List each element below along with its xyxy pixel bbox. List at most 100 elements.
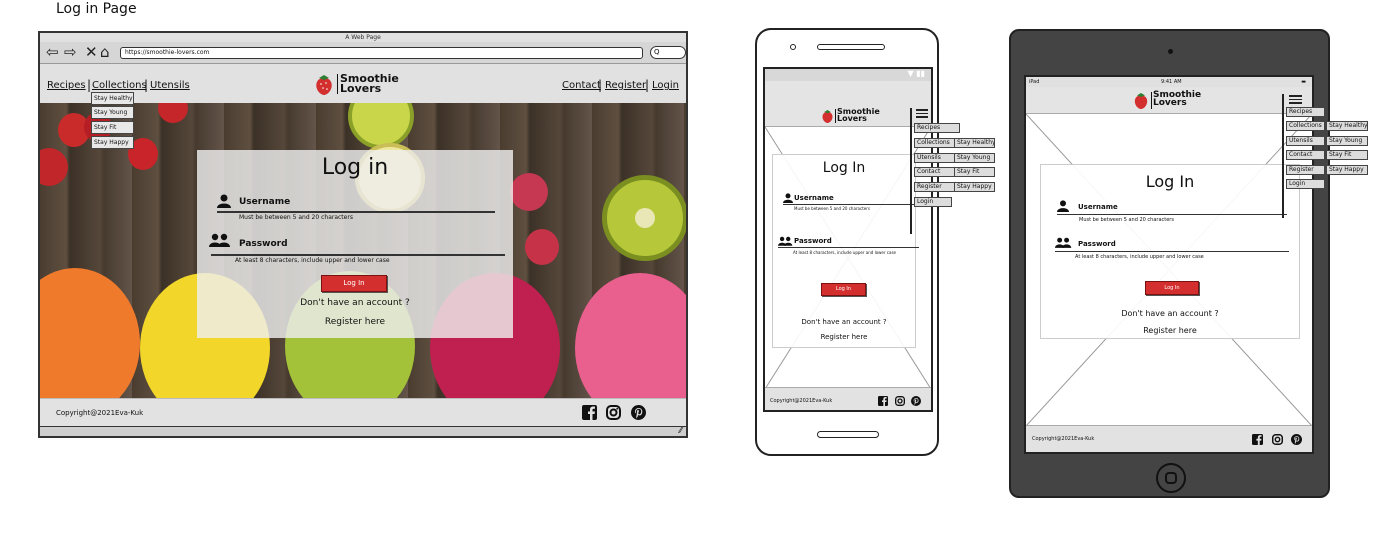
back-arrow-icon[interactable]: ⇦ [46, 43, 59, 61]
password-input[interactable] [211, 254, 505, 256]
phone-menu-login[interactable]: Login [914, 197, 952, 207]
phone-submenu-stay-young[interactable]: Stay Young [954, 153, 995, 163]
pinterest-icon[interactable] [631, 405, 646, 420]
tablet-status-bar: iPad 9:41 AM ▬ [1026, 77, 1312, 87]
tablet-menu-collections[interactable]: Collections [1286, 121, 1325, 131]
nav-utensils[interactable]: Utensils [150, 80, 190, 91]
tablet-menu-scrollbar[interactable] [1282, 94, 1284, 218]
resize-handle-icon[interactable]: ⁄⁄ [679, 426, 682, 435]
search-icon: Q [654, 48, 660, 56]
tablet-username-input[interactable] [1057, 214, 1287, 215]
username-hint: Must be between 5 and 20 characters [239, 214, 353, 221]
kiwi-core-decoration [635, 208, 655, 228]
nav-recipes[interactable]: Recipes [47, 80, 86, 91]
phone-home-bar[interactable] [817, 431, 879, 438]
phone-footer-copyright: Copyright@2021Eva-Kuk [770, 398, 833, 404]
tablet-logo[interactable]: Smoothie Lovers [1133, 91, 1208, 111]
facebook-icon[interactable] [878, 396, 888, 406]
tablet-status-device: iPad [1029, 79, 1040, 85]
phone-menu-recipes[interactable]: Recipes [914, 123, 960, 133]
tablet-logo-line2: Lovers [1153, 98, 1187, 108]
pinterest-icon[interactable] [911, 396, 921, 406]
tablet-home-button[interactable] [1156, 463, 1186, 493]
logo-divider [337, 74, 338, 94]
phone-username-label: Username [794, 194, 834, 202]
raspberry-decoration [510, 173, 548, 211]
tablet-submenu-stay-young[interactable]: Stay Young [1326, 136, 1368, 146]
phone-header: Smoothie Lovers [765, 81, 931, 127]
tablet-password-input[interactable] [1055, 251, 1289, 252]
tablet-screen: iPad 9:41 AM ▬ Smoothie Lovers Log In Us… [1024, 75, 1314, 454]
strawberry-decoration [158, 103, 188, 123]
phone-camera [790, 44, 796, 50]
phone-login-button[interactable]: Log In [821, 283, 866, 296]
phone-submenu-stay-healthy[interactable]: Stay Healthy [954, 138, 995, 148]
tablet-menu-login[interactable]: Login [1286, 179, 1325, 189]
submenu-stay-happy[interactable]: Stay Happy [91, 136, 134, 149]
register-link[interactable]: Register here [197, 317, 513, 327]
tablet-login-button[interactable]: Log In [1145, 281, 1199, 295]
tablet-password-hint: At least 8 characters, include upper and… [1075, 254, 1204, 260]
instagram-icon[interactable] [606, 405, 621, 420]
strawberry-icon [822, 110, 833, 123]
facebook-icon[interactable] [582, 405, 597, 420]
submenu-stay-young[interactable]: Stay Young [91, 106, 134, 119]
phone-password-input[interactable] [778, 247, 919, 248]
phone-no-account-text: Don't have an account ? [801, 318, 887, 326]
tablet-submenu-stay-fit[interactable]: Stay Fit [1326, 150, 1368, 160]
site-footer: Copyright@2021Eva-Kuk [40, 398, 686, 426]
username-input[interactable] [217, 211, 495, 213]
users-icon [209, 233, 230, 247]
phone-register-link[interactable]: Register here [773, 333, 915, 341]
pinterest-icon[interactable] [1291, 434, 1302, 445]
users-icon [1055, 237, 1072, 248]
password-hint: At least 8 characters, include upper and… [235, 257, 390, 264]
phone-submenu-stay-happy[interactable]: Stay Happy [954, 182, 995, 192]
user-icon [217, 194, 231, 208]
instagram-icon[interactable] [895, 396, 905, 406]
phone-password-label: Password [794, 237, 832, 245]
phone-menu-scrollbar[interactable] [910, 108, 912, 234]
submenu-stay-healthy[interactable]: Stay Healthy [91, 92, 134, 105]
tablet-hamburger-menu-icon[interactable] [1289, 95, 1302, 105]
logo-divider [1151, 92, 1152, 109]
tablet-register-link[interactable]: Register here [1041, 326, 1299, 335]
url-bar[interactable]: https://smoothie-lovers.com [120, 47, 643, 59]
instagram-icon[interactable] [1272, 434, 1283, 445]
home-icon[interactable]: ⌂ [100, 43, 110, 61]
nav-contact[interactable]: Contact [562, 80, 601, 91]
tablet-no-account-text: Don't have an account ? [1121, 309, 1219, 318]
tablet-menu-contact[interactable]: Contact [1286, 150, 1325, 160]
close-icon[interactable]: ✕ [85, 43, 98, 61]
strawberry-icon [1134, 93, 1148, 109]
tablet-camera [1168, 49, 1173, 54]
nav-register[interactable]: Register [605, 80, 646, 91]
phone-username-input[interactable] [783, 204, 919, 205]
tablet-status-time: 9:41 AM [1161, 79, 1182, 85]
site-logo[interactable]: Smoothie Lovers [314, 72, 414, 98]
tablet-submenu-stay-happy[interactable]: Stay Happy [1326, 165, 1368, 175]
tablet-login-title: Log In [1145, 172, 1195, 191]
nav-separator: | [87, 78, 92, 92]
raspberry-decoration [525, 229, 559, 265]
phone-logo-line2: Lovers [837, 114, 867, 123]
login-button[interactable]: Log In [321, 275, 387, 292]
hamburger-menu-icon[interactable] [916, 109, 928, 119]
tablet-menu-register[interactable]: Register [1286, 165, 1325, 175]
submenu-stay-fit[interactable]: Stay Fit [91, 121, 134, 134]
forward-arrow-icon[interactable]: ⇨ [64, 43, 77, 61]
phone-submenu-stay-fit[interactable]: Stay Fit [954, 167, 995, 177]
tablet-menu-utensils[interactable]: Utensils [1286, 136, 1325, 146]
nav-login[interactable]: Login [652, 80, 679, 91]
pink-juice-decoration [575, 273, 686, 398]
login-title: Log in [321, 155, 389, 180]
facebook-icon[interactable] [1252, 434, 1263, 445]
tablet-password-label: Password [1078, 240, 1116, 248]
nav-separator: | [598, 78, 603, 92]
browser-search-button[interactable]: Q [650, 46, 686, 59]
browser-status-bar: ⁄⁄ [40, 426, 686, 436]
tablet-submenu-stay-healthy[interactable]: Stay Healthy [1326, 121, 1368, 131]
tablet-menu-recipes[interactable]: Recipes [1286, 107, 1325, 117]
nav-collections[interactable]: Collections [92, 80, 147, 91]
phone-logo[interactable]: Smoothie Lovers [821, 108, 881, 126]
